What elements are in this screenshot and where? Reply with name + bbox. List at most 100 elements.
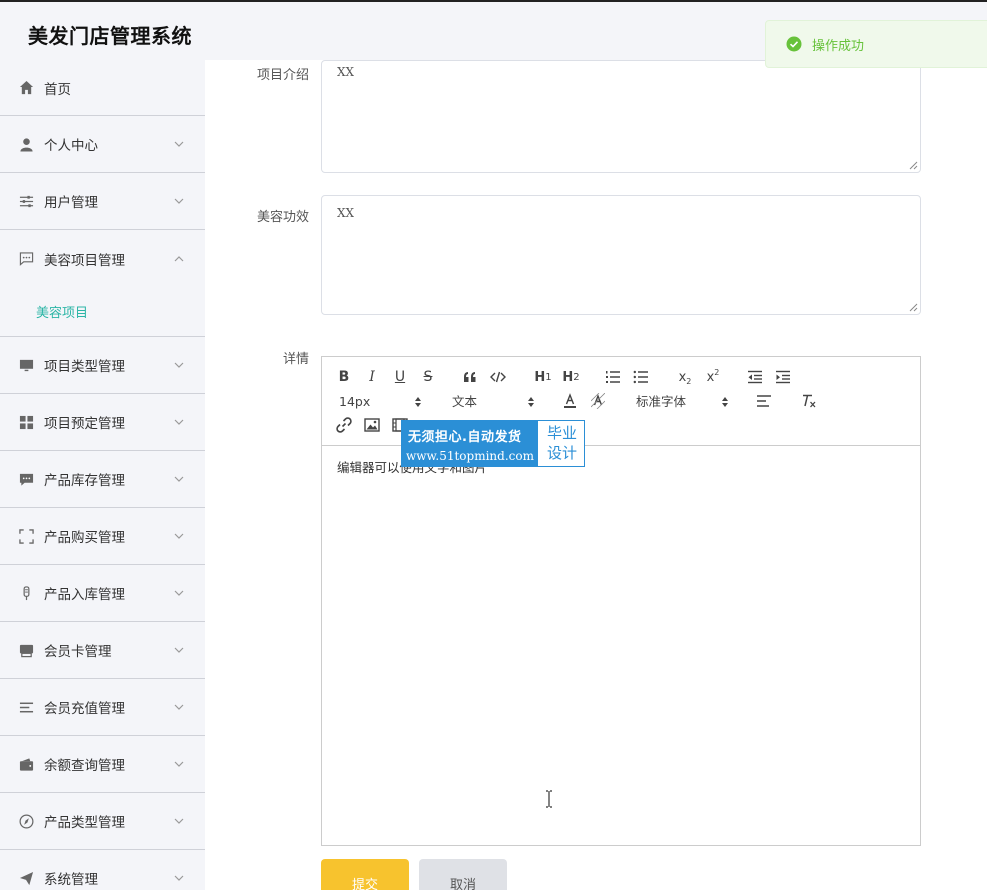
heading2-icon[interactable]: H2	[560, 368, 582, 386]
sidebar-item-product-type-management[interactable]: 产品类型管理	[0, 793, 205, 850]
select-arrows-icon	[415, 397, 421, 407]
clear-format-icon[interactable]	[799, 392, 819, 410]
list-icon	[18, 699, 34, 715]
effect-label: 美容功效	[256, 210, 309, 225]
home-icon	[18, 80, 34, 96]
superscript-icon[interactable]: x2	[703, 368, 723, 386]
message-icon	[18, 471, 34, 487]
sidebar-item-label: 会员卡管理	[44, 644, 112, 660]
sliders-icon	[18, 193, 34, 209]
heading1-icon[interactable]: H1	[532, 368, 554, 386]
chevron-down-icon	[174, 533, 184, 539]
sidebar-item-beauty-project-management[interactable]: 美容项目管理	[0, 230, 205, 287]
chevron-down-icon	[174, 704, 184, 710]
resize-grip-icon[interactable]	[909, 303, 918, 312]
user-icon	[18, 136, 34, 152]
intro-textarea[interactable]: XX	[321, 60, 921, 173]
microphone-icon	[18, 585, 34, 601]
watermark-right-line1: 毕业	[546, 424, 577, 442]
link-icon[interactable]	[335, 416, 353, 434]
sidebar-item-member-recharge-management[interactable]: 会员充值管理	[0, 679, 205, 736]
heading-value: 文本	[452, 394, 478, 409]
subscript-icon[interactable]: x2	[675, 368, 695, 386]
chevron-down-icon	[174, 141, 184, 147]
send-icon	[18, 870, 34, 886]
sidebar-item-label: 美容项目管理	[44, 252, 125, 269]
sidebar-item-product-stock-management[interactable]: 产品库存管理	[0, 451, 205, 508]
intro-label: 项目介绍	[256, 68, 309, 83]
watermark-right-line2: 设计	[546, 444, 577, 462]
grid-icon	[18, 414, 34, 430]
sidebar-item-product-purchase-management[interactable]: 产品购买管理	[0, 508, 205, 565]
underline-icon[interactable]: U	[391, 368, 409, 386]
background-color-icon[interactable]	[589, 392, 607, 410]
chat-icon	[18, 251, 34, 267]
sidebar-item-project-booking-management[interactable]: 项目预定管理	[0, 394, 205, 451]
sidebar: 首页 个人中心 用户管理 美容项目管理 美容项目 项目类型管理 项目预定管理 产…	[0, 60, 205, 890]
sidebar-item-label: 首页	[44, 81, 71, 98]
sidebar-item-home[interactable]: 首页	[0, 60, 205, 116]
font-family-select[interactable]: 标准字体	[636, 393, 729, 411]
detail-label: 详情	[282, 352, 309, 367]
sidebar-item-label: 系统管理	[44, 872, 98, 888]
select-arrows-icon	[722, 397, 728, 407]
image-icon[interactable]	[363, 416, 381, 434]
sidebar-item-system-management[interactable]: 系统管理	[0, 850, 205, 890]
sidebar-item-label: 用户管理	[44, 195, 98, 211]
heading-select[interactable]: 文本	[452, 393, 535, 411]
chevron-down-icon	[174, 761, 184, 767]
app-title: 美发门店管理系统	[28, 24, 192, 48]
strikethrough-icon[interactable]: S	[419, 368, 437, 386]
sidebar-item-label: 项目预定管理	[44, 416, 125, 432]
toast-text: 操作成功	[812, 38, 865, 54]
sidebar-item-user-management[interactable]: 用户管理	[0, 173, 205, 230]
ordered-list-icon[interactable]	[604, 368, 622, 386]
chevron-down-icon	[174, 198, 184, 204]
chevron-down-icon	[174, 647, 184, 653]
compass-icon	[18, 813, 34, 829]
wallet-icon	[18, 756, 34, 772]
watermark-line1: 无须担心.自动发货	[408, 430, 522, 445]
resize-grip-icon[interactable]	[909, 161, 918, 170]
monitor-icon	[18, 357, 34, 373]
sidebar-item-label: 产品入库管理	[44, 587, 125, 603]
intro-value: XX	[337, 65, 355, 79]
italic-icon[interactable]: I	[363, 368, 381, 386]
code-icon[interactable]	[489, 368, 507, 386]
effect-value: XX	[337, 206, 355, 220]
success-toast: 操作成功	[765, 20, 987, 68]
sidebar-item-member-card-management[interactable]: 会员卡管理	[0, 622, 205, 679]
outdent-icon[interactable]	[746, 368, 764, 386]
sidebar-item-label: 产品类型管理	[44, 815, 125, 831]
submit-button[interactable]: 提交	[321, 859, 409, 890]
sidebar-item-label: 产品购买管理	[44, 530, 125, 546]
indent-icon[interactable]	[774, 368, 792, 386]
chevron-down-icon	[174, 590, 184, 596]
sidebar-item-label: 产品库存管理	[44, 473, 125, 489]
font-color-icon[interactable]	[561, 392, 579, 410]
bullet-list-icon[interactable]	[632, 368, 650, 386]
blockquote-icon[interactable]	[461, 368, 479, 386]
sidebar-item-label: 会员充值管理	[44, 701, 125, 717]
chevron-up-icon	[174, 255, 184, 261]
sidebar-subitem-beauty-project[interactable]: 美容项目	[0, 287, 205, 337]
sidebar-item-label: 个人中心	[44, 138, 98, 154]
sidebar-item-product-inbound-management[interactable]: 产品入库管理	[0, 565, 205, 622]
chevron-down-icon	[174, 362, 184, 368]
align-icon[interactable]	[755, 392, 773, 410]
bold-icon[interactable]: B	[335, 368, 353, 386]
font-size-select[interactable]: 14px	[339, 393, 422, 411]
chevron-down-icon	[174, 419, 184, 425]
sidebar-item-label: 项目类型管理	[44, 359, 125, 375]
success-check-icon	[786, 36, 802, 52]
sidebar-item-balance-query-management[interactable]: 余额查询管理	[0, 736, 205, 793]
text-cursor-icon	[546, 790, 552, 808]
cancel-button[interactable]: 取消	[419, 859, 507, 890]
fullscreen-icon	[18, 528, 34, 544]
sidebar-item-label: 余额查询管理	[44, 758, 125, 774]
sidebar-item-personal-center[interactable]: 个人中心	[0, 116, 205, 173]
watermark-badge: 无须担心.自动发货 www.51topmind.com 毕业 设计	[401, 420, 585, 467]
effect-textarea[interactable]: XX	[321, 195, 921, 315]
sidebar-item-project-type-management[interactable]: 项目类型管理	[0, 337, 205, 394]
printer-icon	[18, 642, 34, 658]
